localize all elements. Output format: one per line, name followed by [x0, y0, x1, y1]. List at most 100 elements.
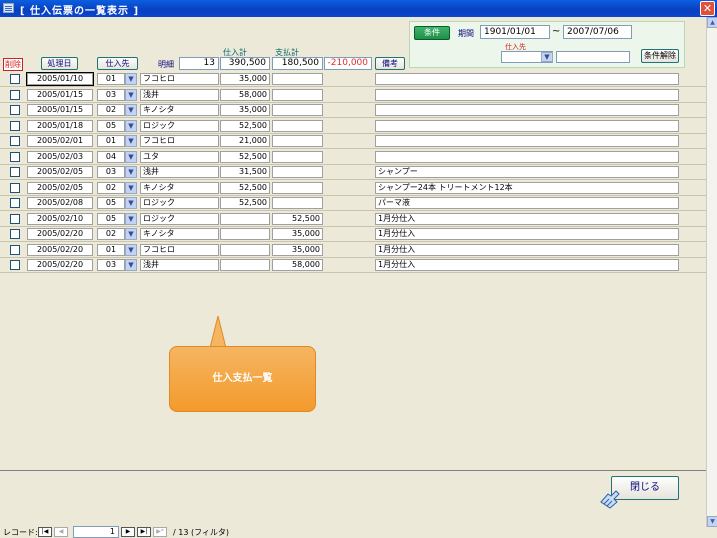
supplier-dropdown-icon[interactable]: ▼: [125, 197, 137, 209]
sort-supplier-button[interactable]: 仕入先: [97, 57, 138, 70]
delete-checkbox[interactable]: [10, 74, 20, 84]
supplier-code-cell[interactable]: 05: [97, 119, 125, 132]
purchase-amount-cell[interactable]: [220, 228, 270, 240]
scroll-up-icon[interactable]: ▲: [707, 17, 717, 28]
payment-amount-cell[interactable]: [272, 88, 323, 101]
memo-cell[interactable]: [375, 88, 679, 101]
payment-amount-cell[interactable]: [272, 73, 323, 85]
purchase-amount-cell[interactable]: [220, 212, 270, 225]
supplier-code-cell[interactable]: 02: [97, 228, 125, 240]
supplier-code-cell[interactable]: 04: [97, 150, 125, 163]
supplier-dropdown-icon[interactable]: ▼: [125, 88, 137, 101]
delete-checkbox[interactable]: [10, 136, 20, 146]
delete-checkbox[interactable]: [10, 213, 20, 224]
date-cell[interactable]: 2005/02/05: [27, 166, 93, 178]
delete-checkbox[interactable]: [10, 198, 20, 208]
memo-cell[interactable]: シャンプー24本 トリートメント12本: [375, 181, 679, 194]
condition-button[interactable]: 条件: [414, 26, 450, 40]
delete-checkbox[interactable]: [10, 182, 20, 193]
supplier-code-cell[interactable]: 03: [97, 259, 125, 271]
memo-cell[interactable]: シャンプー: [375, 166, 679, 178]
delete-checkbox[interactable]: [10, 89, 20, 100]
memo-cell[interactable]: [375, 135, 679, 147]
supplier-dropdown-icon[interactable]: ▼: [125, 212, 137, 225]
payment-amount-cell[interactable]: [272, 166, 323, 178]
delete-checkbox[interactable]: [10, 260, 20, 270]
scroll-down-icon[interactable]: ▼: [707, 516, 717, 527]
supplier-dropdown-icon[interactable]: ▼: [125, 166, 137, 178]
supplier-code-cell[interactable]: 03: [97, 88, 125, 101]
date-cell[interactable]: 2005/01/10: [26, 72, 94, 86]
supplier-name-field[interactable]: [556, 51, 630, 63]
memo-cell[interactable]: 1月分仕入: [375, 259, 679, 271]
supplier-code-cell[interactable]: 05: [97, 212, 125, 225]
payment-amount-cell[interactable]: [272, 150, 323, 163]
vertical-scrollbar[interactable]: ▲ ▼: [706, 17, 717, 527]
supplier-dropdown-icon[interactable]: ▼: [125, 243, 137, 256]
date-cell[interactable]: 2005/02/08: [27, 197, 93, 209]
supplier-code-cell[interactable]: 03: [97, 166, 125, 178]
payment-amount-cell[interactable]: [272, 181, 323, 194]
purchase-amount-cell[interactable]: 52,500: [220, 197, 270, 209]
supplier-dropdown-icon[interactable]: ▼: [125, 119, 137, 132]
purchase-amount-cell[interactable]: 52,500: [220, 150, 270, 163]
delete-checkbox[interactable]: [10, 120, 20, 131]
memo-cell[interactable]: 1月分仕入: [375, 243, 679, 256]
purchase-amount-cell[interactable]: 58,000: [220, 88, 270, 101]
date-cell[interactable]: 2005/02/20: [27, 228, 93, 240]
memo-cell[interactable]: [375, 73, 679, 85]
date-cell[interactable]: 2005/01/15: [27, 104, 93, 116]
supplier-dropdown-icon[interactable]: ▼: [125, 181, 137, 194]
supplier-dropdown-icon[interactable]: ▼: [125, 135, 137, 147]
next-record-button[interactable]: ▶: [121, 527, 135, 537]
first-record-button[interactable]: |◀: [38, 527, 52, 537]
payment-amount-cell[interactable]: 52,500: [272, 212, 323, 225]
supplier-code-cell[interactable]: 01: [97, 73, 125, 85]
date-cell[interactable]: 2005/02/10: [27, 212, 93, 225]
purchase-amount-cell[interactable]: 35,000: [220, 73, 270, 85]
date-to-field[interactable]: 2007/07/06: [563, 25, 632, 39]
purchase-amount-cell[interactable]: 35,000: [220, 104, 270, 116]
payment-amount-cell[interactable]: [272, 104, 323, 116]
payment-amount-cell[interactable]: 35,000: [272, 228, 323, 240]
supplier-code-cell[interactable]: 01: [97, 243, 125, 256]
delete-checkbox[interactable]: [10, 244, 20, 255]
purchase-amount-cell[interactable]: 21,000: [220, 135, 270, 147]
last-record-button[interactable]: ▶|: [137, 527, 151, 537]
supplier-dropdown-icon[interactable]: ▼: [125, 104, 137, 116]
purchase-amount-cell[interactable]: 31,500: [220, 166, 270, 178]
memo-cell[interactable]: パーマ液: [375, 197, 679, 209]
supplier-dropdown-icon[interactable]: ▼: [125, 259, 137, 271]
supplier-dropdown-icon[interactable]: ▼: [125, 73, 137, 85]
date-cell[interactable]: 2005/02/20: [27, 243, 93, 256]
date-cell[interactable]: 2005/02/05: [27, 181, 93, 194]
purchase-amount-cell[interactable]: [220, 243, 270, 256]
delete-checkbox[interactable]: [10, 167, 20, 177]
delete-checkbox[interactable]: [10, 229, 20, 239]
payment-amount-cell[interactable]: [272, 197, 323, 209]
date-cell[interactable]: 2005/02/01: [27, 135, 93, 147]
supplier-code-cell[interactable]: 02: [97, 181, 125, 194]
supplier-code-cell[interactable]: 02: [97, 104, 125, 116]
date-cell[interactable]: 2005/02/03: [27, 150, 93, 163]
memo-header-button[interactable]: 備考: [375, 57, 405, 70]
purchase-amount-cell[interactable]: [220, 259, 270, 271]
purchase-amount-cell[interactable]: 52,500: [220, 119, 270, 132]
payment-amount-cell[interactable]: [272, 135, 323, 147]
supplier-code-cell[interactable]: 01: [97, 135, 125, 147]
new-record-button[interactable]: ▶*: [153, 527, 167, 537]
supplier-filter-dropdown-icon[interactable]: ▼: [541, 52, 553, 62]
payment-amount-cell[interactable]: [272, 119, 323, 132]
memo-cell[interactable]: [375, 119, 679, 132]
delete-checkbox[interactable]: [10, 151, 20, 162]
clear-condition-button[interactable]: 条件解除: [641, 49, 679, 63]
prev-record-button[interactable]: ◀: [54, 527, 68, 537]
date-cell[interactable]: 2005/02/20: [27, 259, 93, 271]
delete-checkbox[interactable]: [10, 105, 20, 115]
date-cell[interactable]: 2005/01/18: [27, 119, 93, 132]
memo-cell[interactable]: 1月分仕入: [375, 228, 679, 240]
window-close-button[interactable]: ✕: [700, 1, 715, 16]
supplier-dropdown-icon[interactable]: ▼: [125, 228, 137, 240]
date-from-field[interactable]: 1901/01/01: [480, 25, 550, 39]
payment-amount-cell[interactable]: 35,000: [272, 243, 323, 256]
